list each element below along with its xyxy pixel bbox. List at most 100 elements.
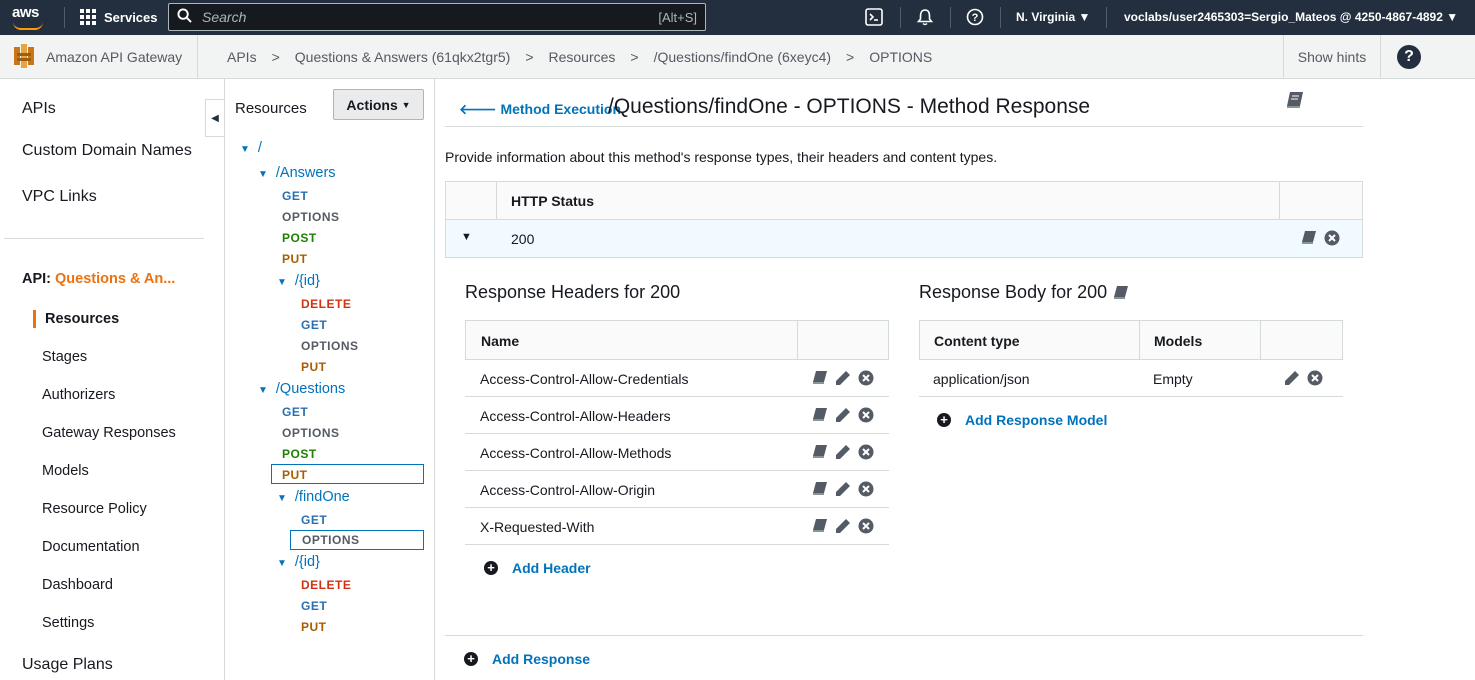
tree-node-root[interactable]: ▼ / xyxy=(240,140,262,156)
book-icon[interactable] xyxy=(812,481,828,497)
region-selector[interactable]: N. Virginia ▼ xyxy=(1016,10,1090,24)
pencil-icon[interactable] xyxy=(1284,370,1300,386)
method-put[interactable]: PUT xyxy=(282,252,308,266)
method-options[interactable]: OPTIONS xyxy=(301,339,359,353)
breadcrumb-apis[interactable]: APIs xyxy=(227,49,257,65)
remove-icon[interactable] xyxy=(1324,230,1340,246)
book-icon[interactable] xyxy=(1301,230,1317,246)
remove-icon[interactable] xyxy=(858,444,874,460)
search-input[interactable]: Search [Alt+S] xyxy=(168,3,706,31)
actions-dropdown-button[interactable]: Actions ▼ xyxy=(333,89,424,120)
service-home-link[interactable]: Amazon API Gateway xyxy=(12,35,199,79)
aws-logo[interactable]: aws xyxy=(12,4,43,30)
method-put[interactable]: PUT xyxy=(301,620,327,634)
content-type-value: application/json xyxy=(933,371,1030,387)
method-options[interactable]: OPTIONS xyxy=(282,210,340,224)
pencil-icon[interactable] xyxy=(835,481,851,497)
method-options-selected[interactable]: OPTIONS xyxy=(302,533,360,547)
account-label: voclabs/user2465303=Sergio_Mateos @ 4250… xyxy=(1124,10,1443,24)
method-post[interactable]: POST xyxy=(282,231,317,245)
method-put[interactable]: PUT xyxy=(282,468,308,482)
help-circle-icon[interactable]: ? xyxy=(966,8,984,31)
book-icon[interactable] xyxy=(812,518,828,534)
collapse-nav-button[interactable]: ◀ xyxy=(205,99,225,137)
method-get[interactable]: GET xyxy=(282,189,308,203)
show-hints-button[interactable]: Show hints xyxy=(1283,35,1381,79)
remove-icon[interactable] xyxy=(858,370,874,386)
caret-left-icon: ◀ xyxy=(211,112,219,124)
nav-models[interactable]: Models xyxy=(42,463,89,479)
status-row-200[interactable]: ▼ 200 xyxy=(446,220,1362,257)
nav-authorizers[interactable]: Authorizers xyxy=(42,387,115,403)
nav-dashboard[interactable]: Dashboard xyxy=(42,577,113,593)
account-menu[interactable]: voclabs/user2465303=Sergio_Mateos @ 4250… xyxy=(1124,10,1458,24)
breadcrumb-api[interactable]: Questions & Answers (61qkx2tgr5) xyxy=(295,49,511,65)
tree-node-answers[interactable]: ▼ /Answers xyxy=(258,165,336,181)
breadcrumb-bar: Amazon API Gateway APIs > Questions & An… xyxy=(0,35,1475,79)
name-column-header: Name xyxy=(481,333,520,349)
svg-text:?: ? xyxy=(972,12,979,24)
response-body-title: Response Body for 200 xyxy=(919,282,1108,302)
api-prefix: API: xyxy=(22,271,51,287)
method-delete[interactable]: DELETE xyxy=(301,297,351,311)
header-name: Access-Control-Allow-Methods xyxy=(480,445,672,461)
page-title: /Questions/findOne - OPTIONS - Method Re… xyxy=(608,95,1091,118)
bell-icon[interactable] xyxy=(916,8,934,31)
method-options[interactable]: OPTIONS xyxy=(282,426,340,440)
remove-icon[interactable] xyxy=(858,518,874,534)
header-name: Access-Control-Allow-Headers xyxy=(480,408,671,424)
method-get[interactable]: GET xyxy=(301,599,327,613)
nav-vpc-links[interactable]: VPC Links xyxy=(22,188,97,206)
remove-icon[interactable] xyxy=(858,481,874,497)
nav-gateway-responses[interactable]: Gateway Responses xyxy=(42,425,176,441)
tree-node-answers-id[interactable]: ▼ /{id} xyxy=(277,273,320,289)
nav-custom-domain-names[interactable]: Custom Domain Names xyxy=(22,142,192,160)
nav-settings[interactable]: Settings xyxy=(42,615,94,631)
remove-icon[interactable] xyxy=(858,407,874,423)
pencil-icon[interactable] xyxy=(835,370,851,386)
tree-node-questions[interactable]: ▼ /Questions xyxy=(258,381,345,397)
method-delete[interactable]: DELETE xyxy=(301,578,351,592)
book-icon[interactable] xyxy=(1113,285,1129,301)
add-response-model-button[interactable]: + Add Response Model xyxy=(937,412,1107,428)
collapse-caret-icon[interactable]: ▼ xyxy=(461,231,472,243)
nav-usage-plans[interactable]: Usage Plans xyxy=(22,656,113,674)
tree-node-findone[interactable]: ▼ /findOne xyxy=(277,489,350,505)
http-status-table: HTTP Status ▼ 200 xyxy=(445,181,1363,258)
remove-icon[interactable] xyxy=(1307,370,1323,386)
add-header-label: Add Header xyxy=(512,560,591,576)
breadcrumb-resource[interactable]: /Questions/findOne (6xeyc4) xyxy=(654,49,831,65)
add-response-button[interactable]: + Add Response xyxy=(464,651,590,667)
method-put[interactable]: PUT xyxy=(301,360,327,374)
table-row: Access-Control-Allow-Methods xyxy=(465,434,889,471)
cloudshell-icon[interactable] xyxy=(865,8,883,31)
plus-circle-icon: + xyxy=(484,561,498,575)
nav-resource-policy[interactable]: Resource Policy xyxy=(42,501,147,517)
book-icon[interactable] xyxy=(812,444,828,460)
table-row: Access-Control-Allow-Origin xyxy=(465,471,889,508)
method-get[interactable]: GET xyxy=(282,405,308,419)
help-icon[interactable]: ? xyxy=(1397,45,1421,69)
book-icon[interactable] xyxy=(812,407,828,423)
nav-apis[interactable]: APIs xyxy=(22,100,56,118)
nav-api-name[interactable]: API: Questions & An... xyxy=(22,271,175,287)
method-get[interactable]: GET xyxy=(301,513,327,527)
add-header-button[interactable]: + Add Header xyxy=(484,560,591,576)
pencil-icon[interactable] xyxy=(835,407,851,423)
pencil-icon[interactable] xyxy=(835,518,851,534)
services-label: Services xyxy=(104,9,158,25)
services-menu-button[interactable]: Services xyxy=(80,9,158,25)
method-get[interactable]: GET xyxy=(301,318,327,332)
pencil-icon[interactable] xyxy=(835,444,851,460)
breadcrumb-resources[interactable]: Resources xyxy=(549,49,616,65)
book-icon[interactable] xyxy=(812,370,828,386)
nav-stages[interactable]: Stages xyxy=(42,349,87,365)
tree-node-label: / xyxy=(257,140,262,156)
nav-resources-active[interactable]: Resources xyxy=(33,310,119,328)
tree-node-questions-id[interactable]: ▼ /{id} xyxy=(277,554,320,570)
book-icon[interactable] xyxy=(1285,91,1305,112)
method-execution-link[interactable]: 🡐 Method Execution xyxy=(459,101,621,118)
nav-documentation[interactable]: Documentation xyxy=(42,539,140,555)
aws-logo-text: aws xyxy=(12,4,39,21)
method-post[interactable]: POST xyxy=(282,447,317,461)
